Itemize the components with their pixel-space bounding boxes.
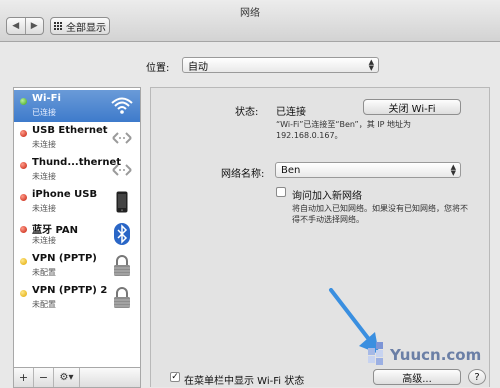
add-service-button[interactable]: + xyxy=(14,368,34,387)
remove-service-button[interactable]: − xyxy=(34,368,54,387)
back-forward-group: ◀ ▶ xyxy=(6,17,44,35)
action-menu-button[interactable]: ⚙▾ xyxy=(54,368,80,387)
location-label: 位置: xyxy=(146,63,170,74)
show-all-button[interactable]: 全部显示 xyxy=(50,17,110,35)
status-dot-red-icon xyxy=(20,162,27,169)
show-in-menubar-label: 在菜单栏中显示 Wi-Fi 状态 xyxy=(184,376,305,387)
service-status: 已连接 xyxy=(32,108,56,117)
service-status: 未连接 xyxy=(32,204,56,213)
grid-icon xyxy=(54,22,62,30)
wifi-icon xyxy=(110,94,134,118)
ask-join-description-2: 得不手动选择网络。 xyxy=(292,215,364,224)
service-name: USB Ethernet xyxy=(32,125,108,136)
service-name: iPhone USB xyxy=(32,189,98,200)
service-status: 未连接 xyxy=(32,172,56,181)
service-status: 未连接 xyxy=(32,140,56,149)
status-value: 已连接 xyxy=(276,107,306,118)
status-dot-yellow-icon xyxy=(20,290,27,297)
service-item-vpn-pptp-2[interactable]: VPN (PPTP) 2 未配置 xyxy=(14,282,140,314)
status-dot-yellow-icon xyxy=(20,258,27,265)
location-value: 自动 xyxy=(188,61,208,73)
watermark-logo: Yuucn.com xyxy=(368,342,482,372)
service-item-thunderbolt-ethernet[interactable]: Thund...thernet 未连接 xyxy=(14,154,140,186)
service-status: 未连接 xyxy=(32,236,56,245)
show-all-label: 全部显示 xyxy=(66,22,106,34)
title-bar: 网络 ◀ ▶ 全部显示 xyxy=(0,0,500,42)
service-name: VPN (PPTP) 2 xyxy=(32,285,108,296)
service-name: 蓝牙 PAN xyxy=(32,225,79,236)
service-status: 未配置 xyxy=(32,268,56,277)
turn-off-wifi-button[interactable]: 关闭 Wi-Fi xyxy=(363,99,461,115)
ask-join-description: 将自动加入已知网络。如果没有已知网络，您将不 xyxy=(292,204,468,213)
network-name-label: 网络名称: xyxy=(221,169,265,180)
status-dot-red-icon xyxy=(20,194,27,201)
popup-arrows-icon: ▲ ▼ xyxy=(450,163,456,177)
network-name-popup[interactable]: Ben ▲ ▼ xyxy=(275,162,461,178)
ask-join-checkbox[interactable] xyxy=(276,187,286,197)
service-item-wifi[interactable]: Wi-Fi 已连接 xyxy=(14,90,140,122)
watermark-text: Yuucn.com xyxy=(390,346,482,364)
status-dot-red-icon xyxy=(20,130,27,137)
service-item-usb-ethernet[interactable]: USB Ethernet 未连接 xyxy=(14,122,140,154)
ip-address-text: 192.168.0.167。 xyxy=(276,131,343,140)
service-name: Wi-Fi xyxy=(32,93,61,104)
popup-arrows-icon: ▲ ▼ xyxy=(368,58,374,72)
network-name-value: Ben xyxy=(281,164,301,176)
service-item-bluetooth-pan[interactable]: 蓝牙 PAN 未连接 xyxy=(14,218,140,250)
service-item-vpn-pptp[interactable]: VPN (PPTP) 未配置 xyxy=(14,250,140,282)
status-description: “Wi-Fi”已连接至“Ben”，其 IP 地址为 xyxy=(276,120,411,129)
ask-join-label: 询问加入新网络 xyxy=(292,191,362,202)
forward-button[interactable]: ▶ xyxy=(24,18,44,34)
service-list-toolbar: + − ⚙▾ xyxy=(13,368,141,388)
ethernet-arrows-icon xyxy=(110,158,134,182)
location-popup[interactable]: 自动 ▲ ▼ xyxy=(182,57,379,73)
bluetooth-icon xyxy=(110,222,134,246)
service-status: 未配置 xyxy=(32,300,56,309)
service-name: VPN (PPTP) xyxy=(32,253,97,264)
status-label: 状态: xyxy=(235,107,259,118)
lock-icon xyxy=(110,254,134,278)
ethernet-arrows-icon xyxy=(110,126,134,150)
service-item-iphone-usb[interactable]: iPhone USB 未连接 xyxy=(14,186,140,218)
iphone-icon xyxy=(110,190,134,214)
service-name: Thund...thernet xyxy=(32,157,122,168)
service-list: Wi-Fi 已连接 USB Ethernet 未连接 Thund...thern… xyxy=(13,87,141,368)
status-dot-red-icon xyxy=(20,226,27,233)
back-button[interactable]: ◀ xyxy=(7,18,25,34)
show-in-menubar-checkbox[interactable]: ✓ xyxy=(170,372,180,382)
lock-icon xyxy=(110,286,134,310)
status-dot-green-icon xyxy=(20,98,27,105)
